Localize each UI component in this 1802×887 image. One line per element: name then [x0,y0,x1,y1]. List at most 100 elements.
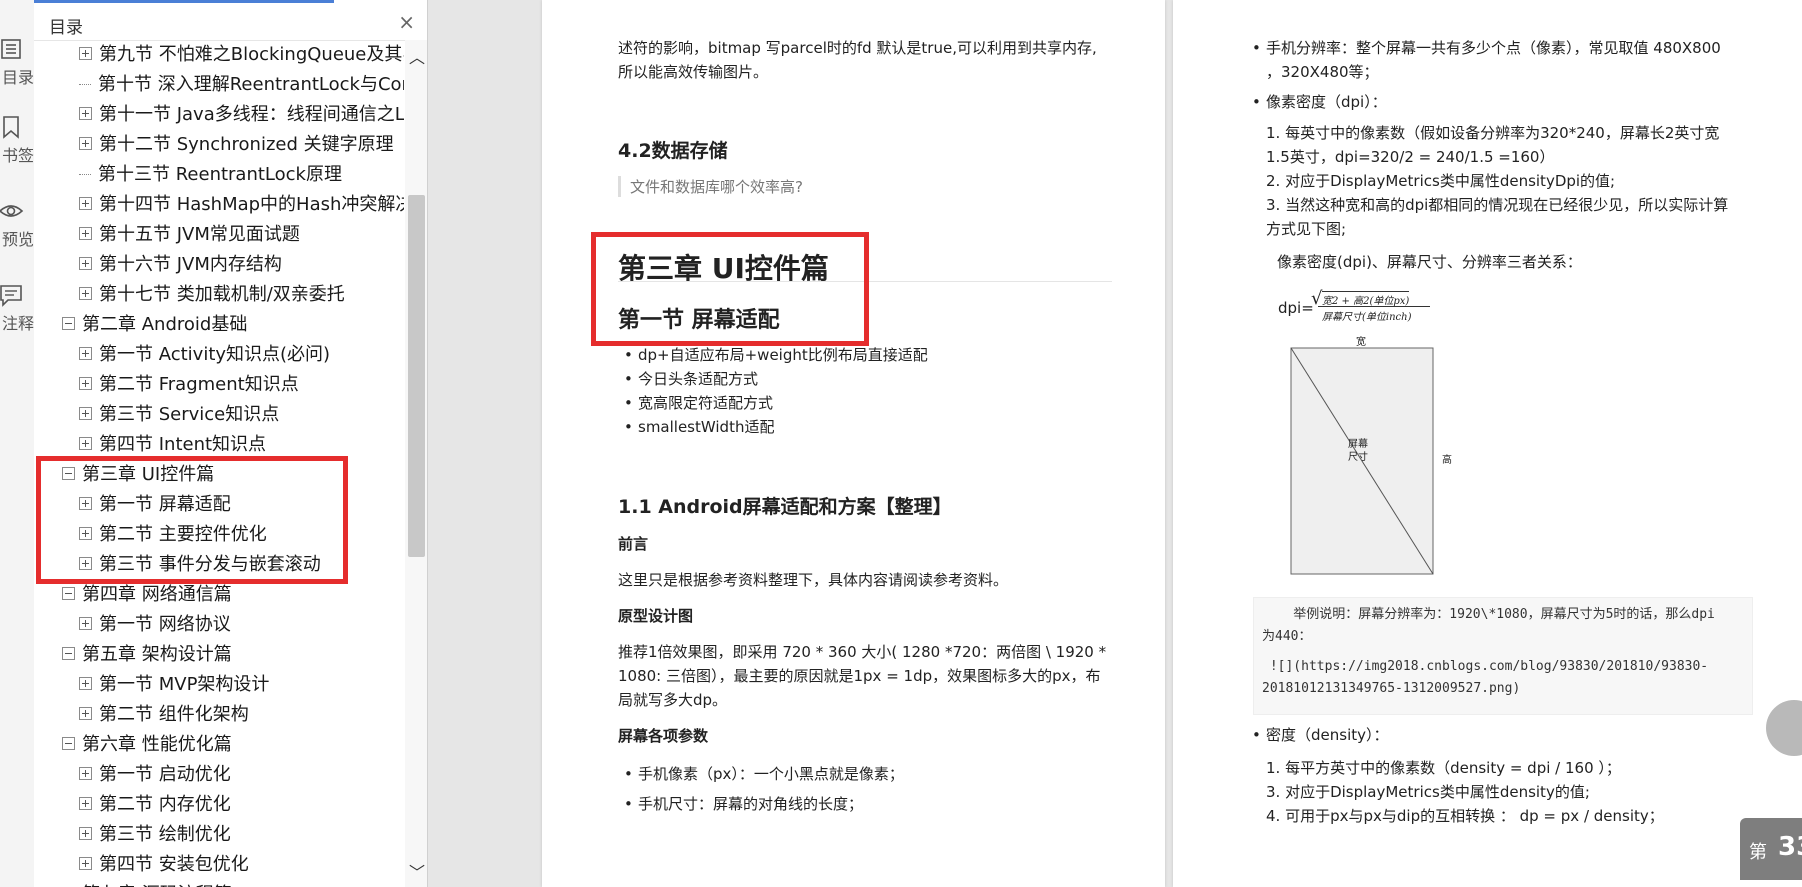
toc-item-label: 第十一节 Java多线程：线程间通信之Loc [99,104,404,125]
chevron-up-icon[interactable]: ︿ [409,44,425,68]
expand-icon[interactable] [79,796,92,810]
code-block: 举例说明：屏幕分辨率为：1920\*1080，屏幕尺寸为5时的话，那么dpi 为… [1253,597,1753,715]
expand-icon[interactable] [79,826,92,840]
expand-icon[interactable] [79,616,92,630]
prototype-line-3: 局就写多大dp。 [618,691,728,709]
toc-item[interactable]: 第十五节 JVM常见面试题 [79,220,300,250]
density-item: 1. 每平方英寸中的像素数（density = dpi / 160 ）； [1266,759,1621,777]
toc-item[interactable]: 第十四节 HashMap中的Hash冲突解决 [79,190,404,220]
toc-item[interactable]: 第一节 网络协议 [79,610,231,640]
toc-item-label: 第二节 Fragment知识点 [99,374,299,395]
expand-icon[interactable] [79,346,92,360]
toc-item[interactable]: 第十二节 Synchronized 关键字原理 [79,130,394,160]
list-item: 手机像素（px）：一个小黑点就是像素； [624,762,904,786]
rail-item-toc[interactable]: 目录 [0,36,34,88]
toc-item[interactable]: 第一节 Activity知识点(必问) [79,340,330,370]
toc-item[interactable]: 第九节 不怕难之BlockingQueue及其实 [79,40,404,70]
toc-item-label: 第十五节 JVM常见面试题 [99,224,300,245]
rail-item-annotations[interactable]: 注释 [0,282,34,334]
section-heading-1-1: 1.1 Android屏幕适配和方案【整理】 [618,496,952,518]
comment-icon [0,285,22,307]
scroll-thumb[interactable] [408,195,425,557]
prototype-line-1: 推荐1倍效果图，即采用 720 * 360 大小( 1280 *720：两倍图 … [618,643,1107,661]
toc-item[interactable]: 第七章 源码流程篇 [62,880,232,887]
toc-item[interactable]: 第二节 Fragment知识点 [79,370,299,400]
toc-item-label: 第四节 安装包优化 [99,854,249,875]
expand-icon[interactable] [79,136,92,150]
list-icon [1,39,21,59]
expand-icon[interactable] [79,196,92,210]
rail-item-bookmarks[interactable]: 书签 [0,114,34,166]
collapse-icon[interactable] [62,316,75,330]
page-number-prefix: 第 [1749,842,1767,863]
expand-icon[interactable] [79,46,92,60]
code-line: ![](https://img2018.cnblogs.com/blog/938… [1262,659,1709,674]
collapse-icon[interactable] [62,646,75,660]
toc-item-label: 第六章 性能优化篇 [82,734,232,755]
list-item-cont: ，320X480等； [1266,63,1379,81]
rail-label: 预览 [1,230,34,249]
toc-item[interactable]: 第二节 组件化架构 [79,700,249,730]
page-number-badge[interactable]: 第 33 [1740,818,1802,880]
expand-icon[interactable] [79,676,92,690]
expand-icon[interactable] [79,106,92,120]
screen-diagram: 宽 高 屏幕 尺寸 [1290,333,1460,577]
density-item: 3. 对应于DisplayMetrics类中属性density的值; [1266,783,1590,801]
bookmark-icon [3,116,19,139]
toc-item-label: 第二节 内存优化 [99,794,231,815]
toc-item-label: 第十二节 Synchronized 关键字原理 [99,134,394,155]
eye-icon [0,205,24,217]
collapse-icon[interactable] [62,586,75,600]
collapse-icon[interactable] [62,736,75,750]
toc-item[interactable]: 第三节 绘制优化 [79,820,231,850]
tree-connector [79,84,91,86]
toc-item[interactable]: 第十节 深入理解ReentrantLock与Condi [79,70,404,100]
toc-item[interactable]: 第四章 网络通信篇 [62,580,232,610]
highlight-box-toc [36,456,348,584]
toc-item-label: 第一节 启动优化 [99,764,231,785]
density-item: 4. 可用于px与px与dip的互相转换 ： dp = px / density… [1266,807,1664,825]
expand-icon[interactable] [79,406,92,420]
code-line: 为440： [1262,629,1312,644]
expand-icon[interactable] [79,226,92,240]
list-item: 手机尺寸：屏幕的对角线的长度； [624,792,863,816]
expand-icon[interactable] [79,856,92,870]
expand-icon[interactable] [79,286,92,300]
close-icon[interactable]: × [398,10,415,34]
expand-icon[interactable] [79,706,92,720]
toc-item[interactable]: 第四节 安装包优化 [79,850,249,880]
expand-icon[interactable] [79,376,92,390]
highlight-box-heading [591,232,869,346]
toc-item-label: 第一节 Activity知识点(必问) [99,344,331,365]
expand-icon[interactable] [79,256,92,270]
toc-item[interactable]: 第十三节 ReentrantLock原理 [79,160,342,190]
toc-scrollbar[interactable]: ︿ ﹀ [405,40,427,887]
toc-item[interactable]: 第一节 MVP架构设计 [79,670,269,700]
chevron-down-icon[interactable]: ﹀ [409,859,425,883]
expand-icon[interactable] [79,766,92,780]
toc-item-label: 第十四节 HashMap中的Hash冲突解决 [99,194,404,215]
floating-scroll-button[interactable] [1766,700,1802,756]
tree-connector [79,174,91,176]
code-line: 20181012131349765-1312009527.png) [1262,681,1521,696]
toc-item[interactable]: 第三节 Service知识点 [79,400,279,430]
toc-item-label: 第一节 网络协议 [99,614,231,635]
params-label: 屏幕各项参数 [618,727,709,745]
toc-item[interactable]: 第十一节 Java多线程：线程间通信之Loc [79,100,404,130]
toc-item[interactable]: 第六章 性能优化篇 [62,730,232,760]
toc-item[interactable]: 第十六节 JVM内存结构 [79,250,282,280]
formula-fraction-bar [1318,306,1430,307]
toc-item[interactable]: 第二节 内存优化 [79,790,231,820]
dpi-item: 1.5英寸，dpi=320/2 = 240/1.5 =160） [1266,148,1555,166]
toc-item[interactable]: 第二章 Android基础 [62,310,247,340]
toc-item[interactable]: 第十七节 类加载机制/双亲委托 [79,280,345,310]
expand-icon[interactable] [79,436,92,450]
toc-item[interactable]: 第一节 启动优化 [79,760,231,790]
rail-item-preview[interactable]: 预览 [0,198,34,250]
dpi-formula: dpi= √ 宽2 + 高2(单位px) 屏幕尺寸(单位inch) [1278,288,1438,326]
list-item: 手机分辨率：整个屏幕一共有多少个点（像素），常见取值 480X800 [1252,36,1721,60]
toc-item-label: 第十七节 类加载机制/双亲委托 [99,284,345,305]
toc-accent-bar [34,0,334,3]
toc-item[interactable]: 第五章 架构设计篇 [62,640,232,670]
